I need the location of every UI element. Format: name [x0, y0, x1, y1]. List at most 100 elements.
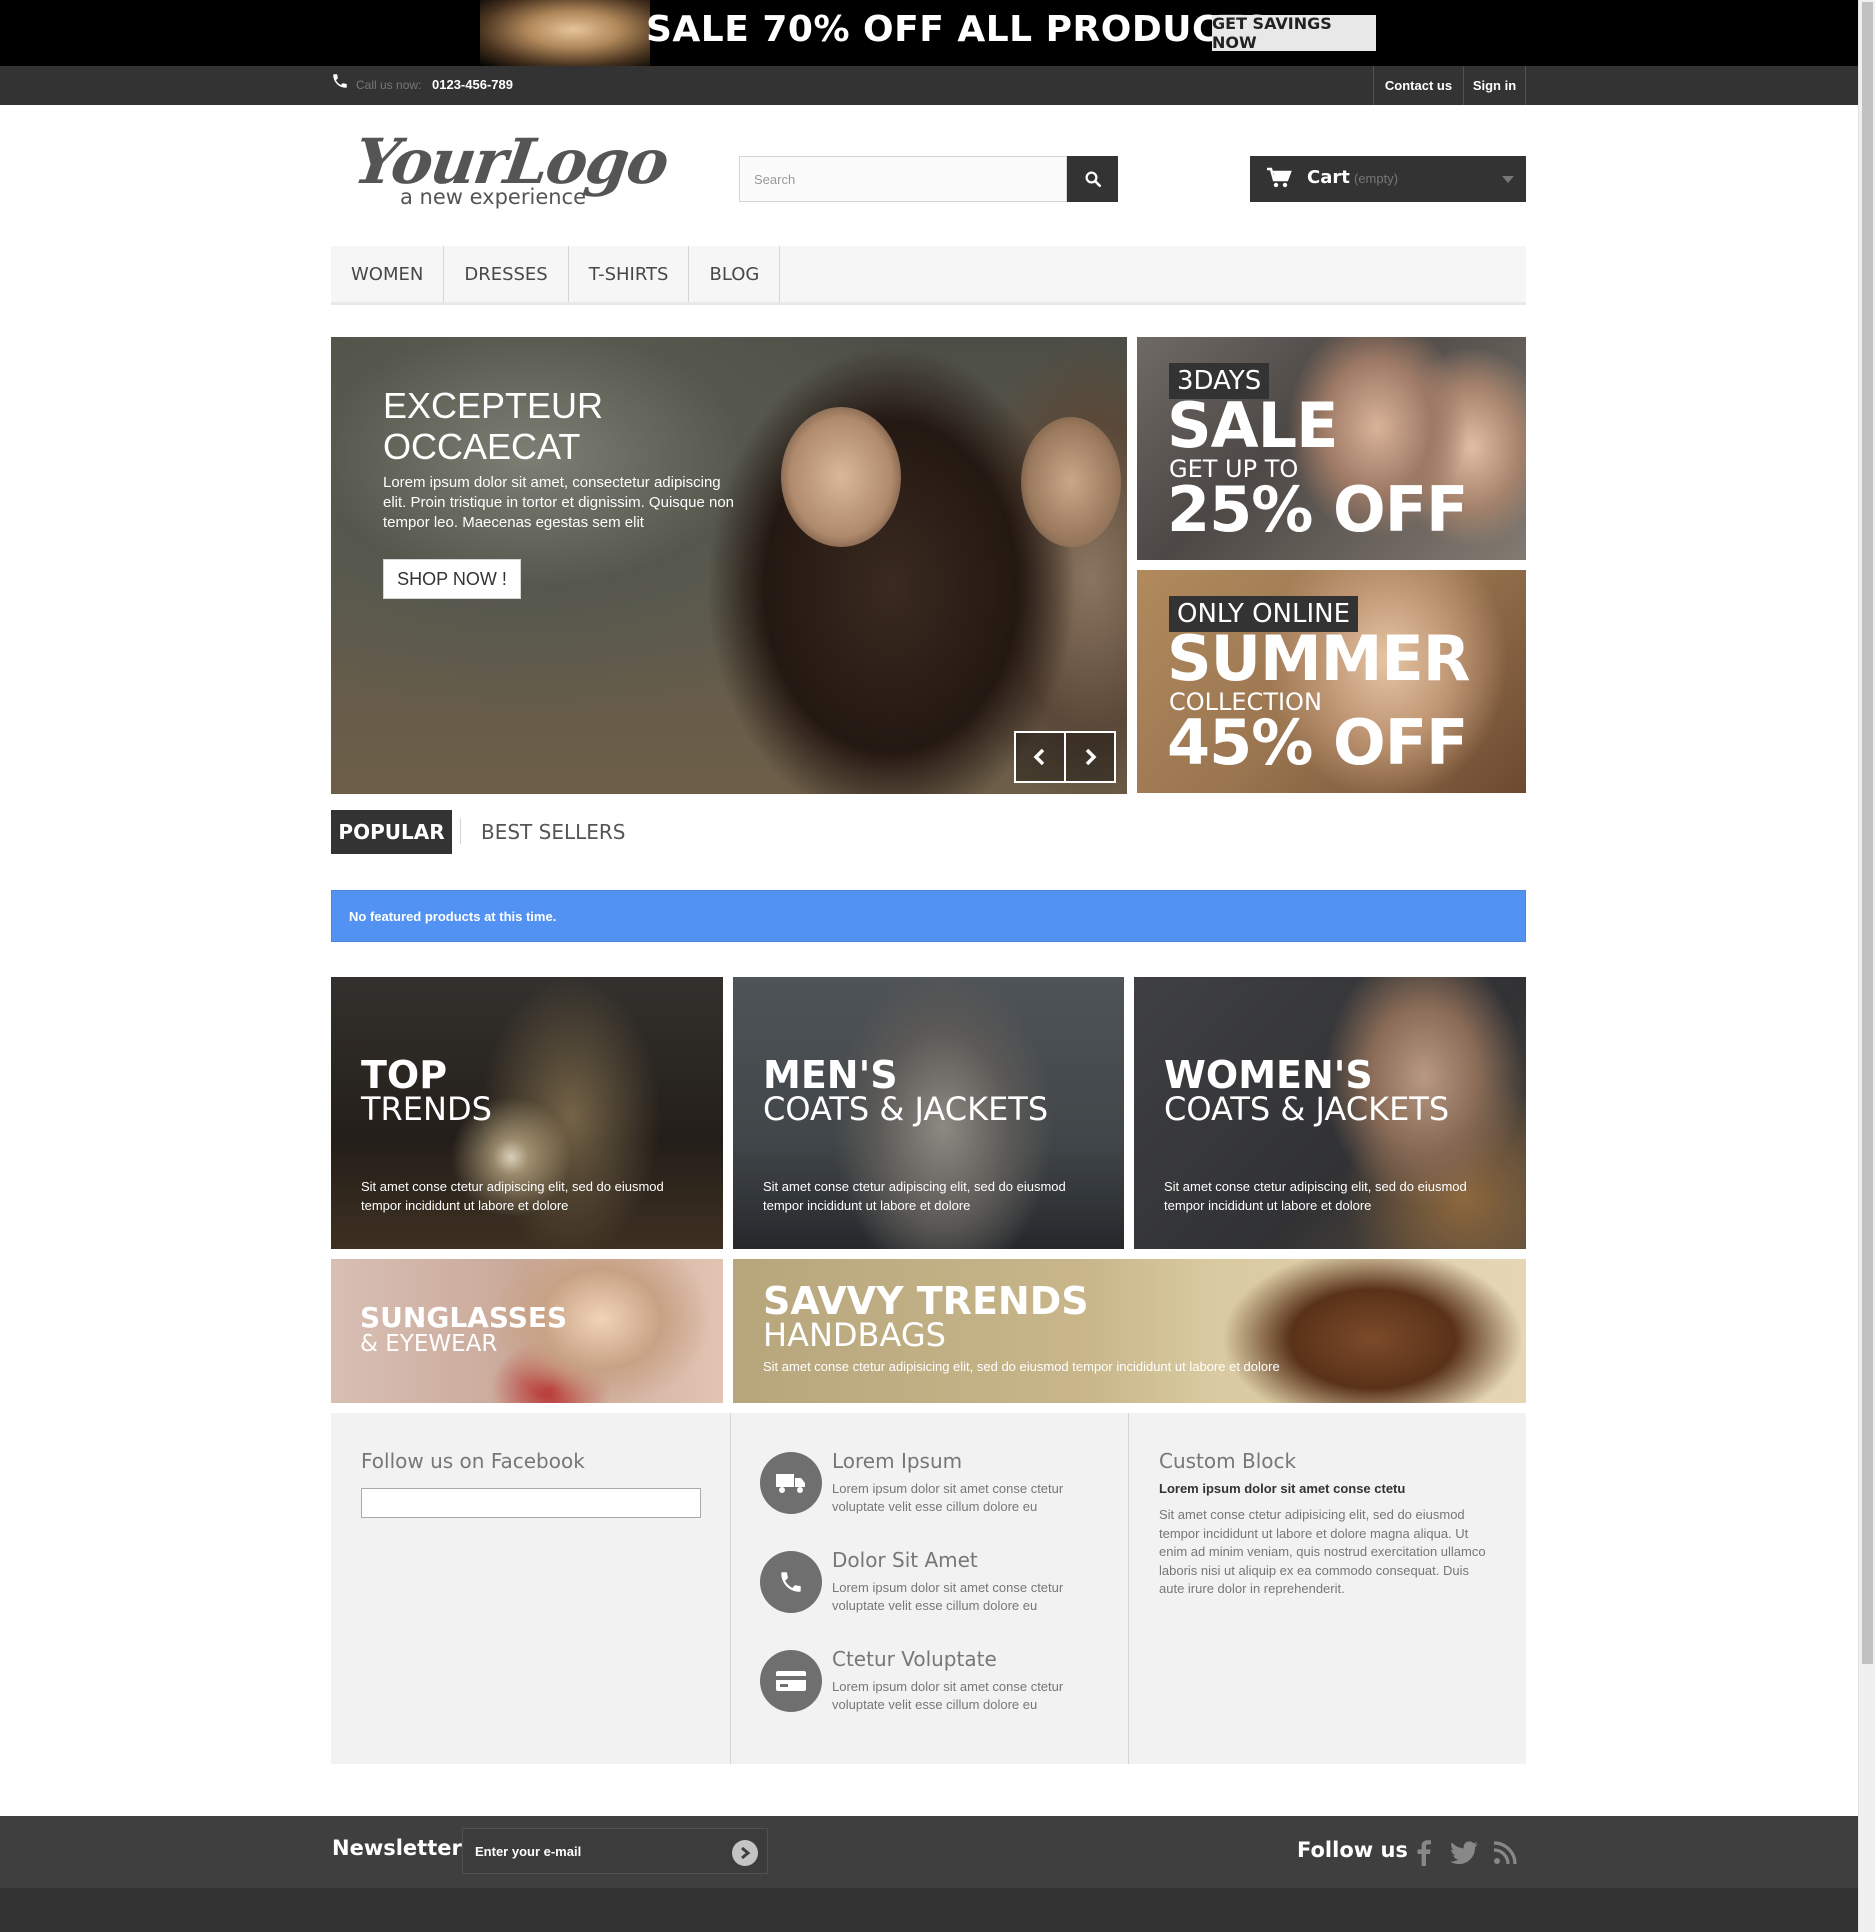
tile-title: WOMEN'S: [1164, 1053, 1373, 1097]
logo-tagline: a new experience: [400, 185, 587, 209]
newsletter-title: Newsletter: [332, 1836, 462, 1860]
promo-model-image: [480, 0, 650, 66]
tile-text: Sit amet conse ctetur adipiscing elit, s…: [361, 1179, 664, 1213]
twitter-link[interactable]: [1449, 1838, 1479, 1868]
cart-status: (empty): [1354, 171, 1399, 186]
cart-label: Cart: [1307, 167, 1350, 188]
tile-top-trends[interactable]: TOP TRENDS Sit amet conse ctetur adipisc…: [331, 977, 723, 1249]
sign-in-link[interactable]: Sign in: [1463, 66, 1526, 105]
slider-next-button[interactable]: [1064, 731, 1116, 783]
credit-card-icon-badge: [760, 1650, 822, 1712]
phone-icon-badge: [760, 1551, 822, 1613]
info-item-text: Lorem ipsum dolor sit amet conse ctetur …: [832, 1481, 1064, 1514]
search-box: [739, 156, 1067, 202]
rss-icon: [1493, 1841, 1517, 1865]
tile-text: Sit amet conse ctetur adipiscing elit, s…: [763, 1179, 1066, 1213]
tile-womens-coats[interactable]: WOMEN'S COATS & JACKETS Sit amet conse c…: [1134, 977, 1526, 1249]
tab-popular[interactable]: POPULAR: [331, 810, 452, 854]
slide-title-line2: OCCAECAT: [383, 426, 581, 467]
slide-description: Lorem ipsum dolor sit amet, consectetur …: [383, 474, 734, 531]
get-savings-button[interactable]: GET SAVINGS NOW: [1212, 14, 1376, 52]
tile-text: Sit amet conse ctetur adipisicing elit, …: [763, 1359, 1280, 1374]
promo-banner[interactable]: SALE 70% OFF ALL PRODUCTS GET SAVINGS NO…: [0, 0, 1858, 66]
custom-block-title: Custom Block: [1159, 1449, 1297, 1473]
banner-headline: SALE: [1167, 389, 1338, 462]
no-products-alert: No featured products at this time.: [331, 890, 1526, 942]
call-us-label: Call us now:: [356, 78, 422, 92]
phone-number: 0123-456-789: [432, 77, 513, 92]
tile-title: TOP: [361, 1053, 448, 1097]
rss-link[interactable]: [1490, 1838, 1520, 1868]
block-divider: [1128, 1413, 1129, 1764]
tile-subtitle: COATS & JACKETS: [1164, 1090, 1450, 1128]
chevron-right-icon: [1085, 748, 1097, 766]
slide-title: EXCEPTEUR OCCAECAT: [383, 385, 783, 467]
menu-item-dresses[interactable]: DRESSES: [444, 246, 569, 302]
search-button[interactable]: [1067, 156, 1118, 202]
slide-model-woman: [781, 407, 901, 547]
menu-item-blog[interactable]: BLOG: [689, 246, 781, 302]
page: SALE 70% OFF ALL PRODUCTS GET SAVINGS NO…: [0, 0, 1858, 1932]
tile-title: SAVVY TRENDS: [763, 1279, 1089, 1323]
chevron-left-icon: [1033, 748, 1045, 766]
slider-prev-button[interactable]: [1014, 731, 1066, 783]
tile-subtitle: COATS & JACKETS: [763, 1090, 1049, 1128]
banner-offer: 45% OFF: [1167, 706, 1468, 779]
cart-icon: [1267, 167, 1292, 188]
newsletter-submit-button[interactable]: [732, 1840, 758, 1866]
newsletter-email-input[interactable]: [463, 1829, 767, 1873]
twitter-icon: [1450, 1841, 1478, 1865]
info-item-title: Lorem Ipsum: [832, 1449, 963, 1473]
slide-model-man: [1021, 417, 1121, 547]
shop-now-button[interactable]: SHOP NOW !: [383, 559, 521, 599]
search-input[interactable]: [740, 157, 1066, 201]
tile-subtitle: TRENDS: [361, 1090, 492, 1128]
info-item-text: Lorem ipsum dolor sit amet conse ctetur …: [832, 1679, 1064, 1712]
phone-icon: [781, 1572, 801, 1592]
tile-handbags[interactable]: SAVVY TRENDS HANDBAGS Sit amet conse cte…: [733, 1259, 1526, 1403]
info-item-title: Ctetur Voluptate: [832, 1647, 997, 1671]
footer-bottom: [0, 1888, 1858, 1932]
tab-best-sellers[interactable]: BEST SELLERS: [481, 810, 625, 854]
top-nav-bar: [0, 66, 1858, 105]
contact-us-link[interactable]: Contact us: [1373, 66, 1463, 105]
promo-headline: SALE 70% OFF ALL PRODUCTS: [646, 9, 1271, 50]
facebook-link[interactable]: [1409, 1838, 1439, 1868]
facebook-icon: [1417, 1840, 1431, 1866]
site-logo[interactable]: YourLogo a new experience: [350, 125, 672, 215]
tile-text: Sit amet conse ctetur adipiscing elit, s…: [1164, 1179, 1467, 1213]
search-icon: [1085, 171, 1101, 188]
scrollbar-thumb[interactable]: [1862, 2, 1873, 1664]
homepage-slider[interactable]: EXCEPTEUR OCCAECAT Lorem ipsum dolor sit…: [331, 337, 1127, 794]
cart-button[interactable]: Cart (empty): [1250, 156, 1526, 202]
newsletter-box: [462, 1828, 768, 1874]
menu-item-women[interactable]: WOMEN: [331, 246, 445, 302]
tile-sunglasses[interactable]: SUNGLASSES & EYEWEAR: [331, 1259, 723, 1403]
info-item-title: Dolor Sit Amet: [832, 1548, 978, 1572]
banner-offer: 25% OFF: [1167, 473, 1468, 546]
banner-headline: SUMMER: [1167, 622, 1470, 695]
truck-icon: [776, 1474, 805, 1493]
block-divider: [730, 1413, 731, 1764]
tile-title: MEN'S: [763, 1053, 898, 1097]
custom-block-text: Sit amet conse ctetur adipisicing elit, …: [1159, 1507, 1486, 1596]
facebook-widget[interactable]: [361, 1488, 701, 1518]
custom-block-lead: Lorem ipsum dolor sit amet conse ctetu: [1159, 1481, 1406, 1496]
page-scrollbar[interactable]: [1858, 0, 1875, 1932]
info-item-text: Lorem ipsum dolor sit amet conse ctetur …: [832, 1580, 1064, 1613]
main-menu: WOMEN DRESSES T-SHIRTS BLOG: [331, 246, 1526, 305]
phone-icon: [333, 74, 347, 88]
tile-subtitle: & EYEWEAR: [360, 1331, 498, 1357]
tab-divider: [460, 818, 461, 844]
credit-card-icon: [776, 1671, 806, 1691]
sale-banner[interactable]: 3DAYS SALE GET UP TO 25% OFF: [1137, 337, 1526, 560]
tile-title: SUNGLASSES: [360, 1301, 568, 1334]
tile-mens-coats[interactable]: MEN'S COATS & JACKETS Sit amet conse cte…: [733, 977, 1124, 1249]
summer-banner[interactable]: ONLY ONLINE SUMMER COLLECTION 45% OFF: [1137, 570, 1526, 793]
follow-us-title: Follow us: [1297, 1838, 1408, 1862]
menu-item-t-shirts[interactable]: T-SHIRTS: [569, 246, 690, 302]
facebook-block-title: Follow us on Facebook: [361, 1449, 585, 1473]
chevron-right-icon: [741, 1846, 751, 1860]
truck-icon-badge: [760, 1452, 822, 1514]
slide-title-line1: EXCEPTEUR: [383, 385, 604, 426]
